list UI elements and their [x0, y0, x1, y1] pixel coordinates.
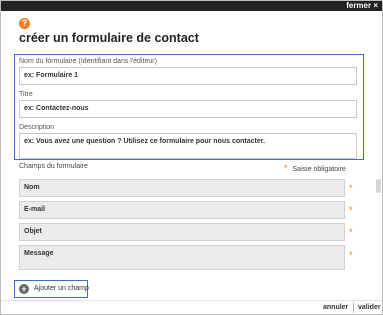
dialog-topbar: fermer ×	[1, 1, 382, 11]
form-description-input[interactable]: ex: Vous avez une question ? Utilisez ce…	[19, 133, 357, 159]
dialog-title: créer un formulaire de contact	[19, 31, 199, 45]
required-star-icon: *	[349, 183, 353, 193]
cancel-button[interactable]: annuler	[323, 304, 348, 311]
field-message[interactable]: Message	[19, 245, 345, 270]
footer-divider	[1, 300, 382, 301]
required-star-icon: *	[349, 205, 353, 215]
field-nom[interactable]: Nom	[19, 179, 345, 197]
close-button[interactable]: fermer ×	[346, 1, 378, 11]
fields-section-label: Champs du formulaire	[19, 163, 88, 170]
form-title-label: Titre	[19, 91, 33, 98]
plus-circle-icon: +	[19, 284, 29, 294]
confirm-button[interactable]: valider	[358, 304, 381, 311]
form-name-input[interactable]: ex: Formulaire 1	[19, 67, 357, 85]
required-legend-text: Saisie obligatoire	[292, 166, 346, 173]
form-name-label: Nom du formulaire (Identifiant dans l'éd…	[19, 58, 157, 65]
required-legend: * Saisie obligatoire	[284, 163, 346, 173]
required-star-icon: *	[284, 163, 288, 173]
scrollbar-thumb[interactable]	[376, 179, 381, 193]
add-field-label: Ajouter un champ	[34, 285, 89, 292]
form-title-input[interactable]: ex: Contactez-nous	[19, 100, 357, 118]
create-contact-form-dialog: fermer × ? créer un formulaire de contac…	[0, 0, 383, 315]
required-star-icon: *	[349, 227, 353, 237]
field-email[interactable]: E-mail	[19, 201, 345, 219]
help-icon[interactable]: ?	[19, 18, 30, 29]
field-objet[interactable]: Objet	[19, 223, 345, 241]
required-star-icon: *	[349, 250, 353, 260]
footer-separator	[353, 302, 354, 313]
add-field-button[interactable]: + Ajouter un champ	[14, 280, 89, 298]
form-description-label: Description	[19, 124, 55, 131]
